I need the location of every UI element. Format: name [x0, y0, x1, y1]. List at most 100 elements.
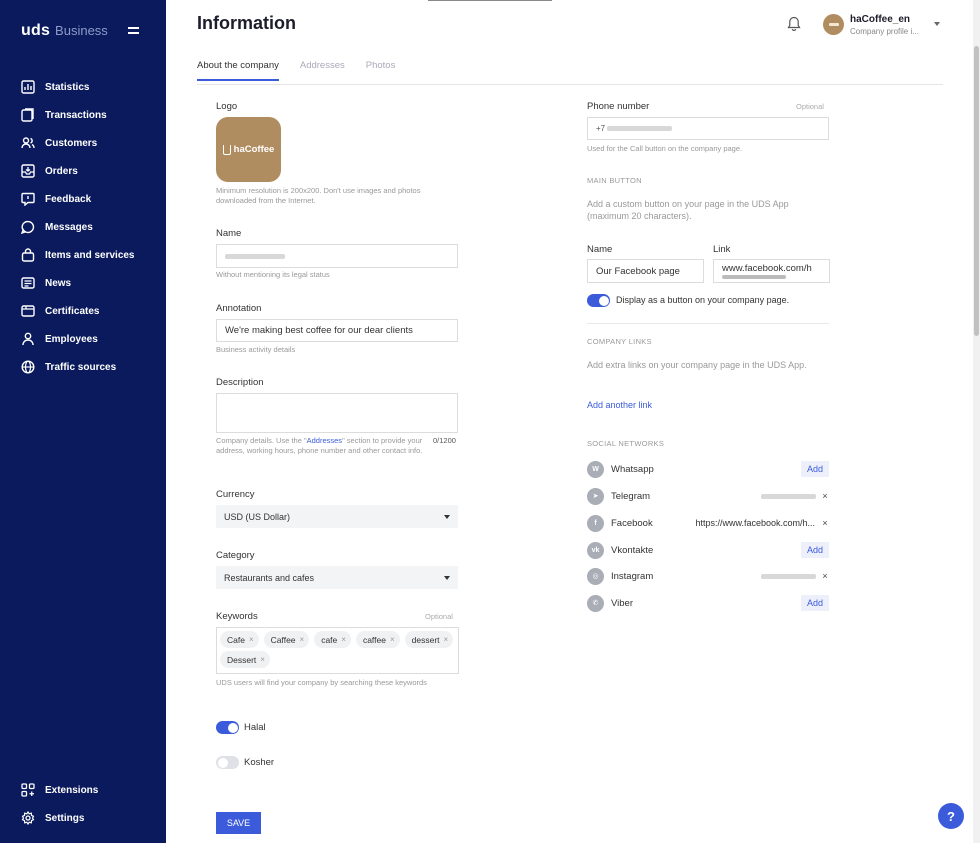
phone-input[interactable]: +7 [587, 117, 829, 140]
sidebar-item-traffic-sources[interactable]: Traffic sources [0, 353, 166, 381]
sidebar-item-label: Certificates [45, 305, 100, 317]
annotation-input[interactable]: We're making best coffee for our dear cl… [216, 319, 458, 342]
tab-addresses[interactable]: Addresses [300, 60, 345, 81]
sidebar-item-label: Statistics [45, 81, 90, 93]
add-whatsapp-button[interactable]: Add [801, 461, 829, 477]
chevron-down-icon[interactable] [934, 22, 940, 26]
profile-name[interactable]: haCoffee_en [850, 14, 910, 25]
sidebar-item-customers[interactable]: Customers [0, 129, 166, 157]
chevron-down-icon [444, 514, 450, 519]
close-icon[interactable]: × [249, 635, 254, 644]
keyword-chip: cafe × [314, 631, 351, 648]
name-label: Name [216, 228, 242, 239]
keywords-hint: UDS users will find your company by sear… [216, 678, 427, 687]
sidebar-item-orders[interactable]: Orders [0, 157, 166, 185]
main-button-hint: Add a custom button on your page in the … [587, 199, 789, 221]
keyword-text: Cafe [227, 634, 245, 645]
category-value: Restaurants and cafes [224, 572, 315, 583]
help-button[interactable]: ? [938, 803, 964, 829]
avatar-logo-mark [828, 23, 839, 26]
social-row-viber: ✆ Viber Add [587, 594, 829, 612]
sidebar-item-transactions[interactable]: Transactions [0, 101, 166, 129]
display-button-toggle[interactable] [587, 294, 610, 307]
close-icon[interactable]: × [821, 571, 829, 581]
halal-toggle[interactable] [216, 721, 239, 734]
sidebar-item-statistics[interactable]: Statistics [0, 73, 166, 101]
menu-toggle-icon[interactable] [128, 27, 139, 34]
sidebar-item-extensions[interactable]: Extensions [0, 776, 166, 804]
sidebar-item-settings[interactable]: Settings [0, 804, 166, 832]
sidebar: uds Business Statistics Transactions Cus… [0, 0, 166, 843]
brand-logo[interactable]: uds Business [21, 22, 108, 40]
close-icon[interactable]: × [444, 635, 449, 644]
phone-prefix: +7 [596, 124, 606, 133]
add-vkontakte-button[interactable]: Add [801, 542, 829, 558]
close-icon[interactable]: × [341, 635, 346, 644]
sidebar-item-news[interactable]: News [0, 269, 166, 297]
keywords-input[interactable]: Cafe × Caffee × cafe × caffee × dessert × Des… [216, 627, 459, 674]
close-icon[interactable]: × [390, 635, 395, 644]
main-button-heading: MAIN BUTTON [587, 176, 642, 185]
company-logo[interactable]: haCoffee [216, 117, 281, 182]
sidebar-item-employees[interactable]: Employees [0, 325, 166, 353]
kosher-toggle[interactable] [216, 756, 239, 769]
brand-suffix: Business [55, 23, 108, 38]
certificate-icon [21, 305, 35, 317]
name-input[interactable] [216, 244, 458, 268]
phone-optional: Optional [796, 102, 824, 111]
social-row-facebook: f Facebook https://www.facebook.com/h...… [587, 514, 829, 532]
scrollbar-thumb[interactable] [974, 46, 979, 336]
keyword-chip: Dessert × [220, 651, 270, 668]
facebook-value[interactable]: https://www.facebook.com/h... [695, 518, 815, 528]
sidebar-item-label: Settings [45, 812, 85, 824]
keyword-chip: caffee × [355, 631, 400, 648]
sidebar-item-label: Extensions [45, 784, 99, 796]
add-viber-button[interactable]: Add [801, 595, 829, 611]
add-another-link[interactable]: Add another link [587, 400, 652, 410]
transactions-icon [21, 108, 34, 122]
button-link-input[interactable]: www.facebook.com/h [713, 259, 830, 283]
vk-icon: vk [587, 541, 604, 559]
tabs: About the company Addresses Photos [197, 60, 395, 81]
button-name-label: Name [587, 244, 613, 255]
bell-icon[interactable] [787, 16, 801, 32]
feedback-icon [21, 192, 35, 206]
save-button[interactable]: SAVE [216, 812, 261, 834]
viber-icon: ✆ [587, 594, 604, 612]
button-name-input[interactable]: Our Facebook page [587, 259, 704, 283]
social-name: Vkontakte [611, 544, 654, 556]
close-icon[interactable]: × [821, 491, 829, 501]
sidebar-item-items-services[interactable]: Items and services [0, 241, 166, 269]
gear-icon [21, 811, 35, 825]
sidebar-item-label: Customers [45, 137, 98, 149]
telegram-value-blurred [761, 493, 816, 499]
instagram-value-blurred [761, 573, 816, 579]
logo-hint: Minimum resolution is 200x200. Don't use… [216, 186, 421, 205]
tab-photos[interactable]: Photos [366, 60, 396, 81]
globe-icon [21, 360, 35, 374]
currency-select[interactable]: USD (US Dollar) [216, 505, 458, 528]
sidebar-item-label: Feedback [45, 193, 92, 205]
category-select[interactable]: Restaurants and cafes [216, 566, 458, 589]
halal-label: Halal [244, 722, 266, 733]
toggle-knob [598, 295, 609, 306]
close-icon[interactable]: × [821, 518, 829, 528]
chart-icon [21, 80, 35, 94]
close-icon[interactable]: × [300, 635, 305, 644]
sidebar-item-messages[interactable]: Messages [0, 213, 166, 241]
description-hint: Company details. Use the "Addresses" sec… [216, 436, 446, 456]
description-counter: 0/1200 [433, 436, 456, 445]
social-networks-heading: SOCIAL NETWORKS [587, 439, 665, 448]
addresses-link[interactable]: Addresses [307, 436, 342, 445]
employee-icon [22, 332, 34, 346]
coffee-cup-icon [222, 144, 231, 155]
avatar[interactable] [823, 14, 844, 35]
close-icon[interactable]: × [260, 655, 265, 664]
section-divider [587, 323, 829, 324]
phone-label: Phone number [587, 101, 650, 112]
social-name: Telegram [611, 490, 651, 502]
tab-about-company[interactable]: About the company [197, 60, 279, 81]
description-textarea[interactable] [216, 393, 458, 433]
sidebar-item-feedback[interactable]: Feedback [0, 185, 166, 213]
sidebar-item-certificates[interactable]: Certificates [0, 297, 166, 325]
